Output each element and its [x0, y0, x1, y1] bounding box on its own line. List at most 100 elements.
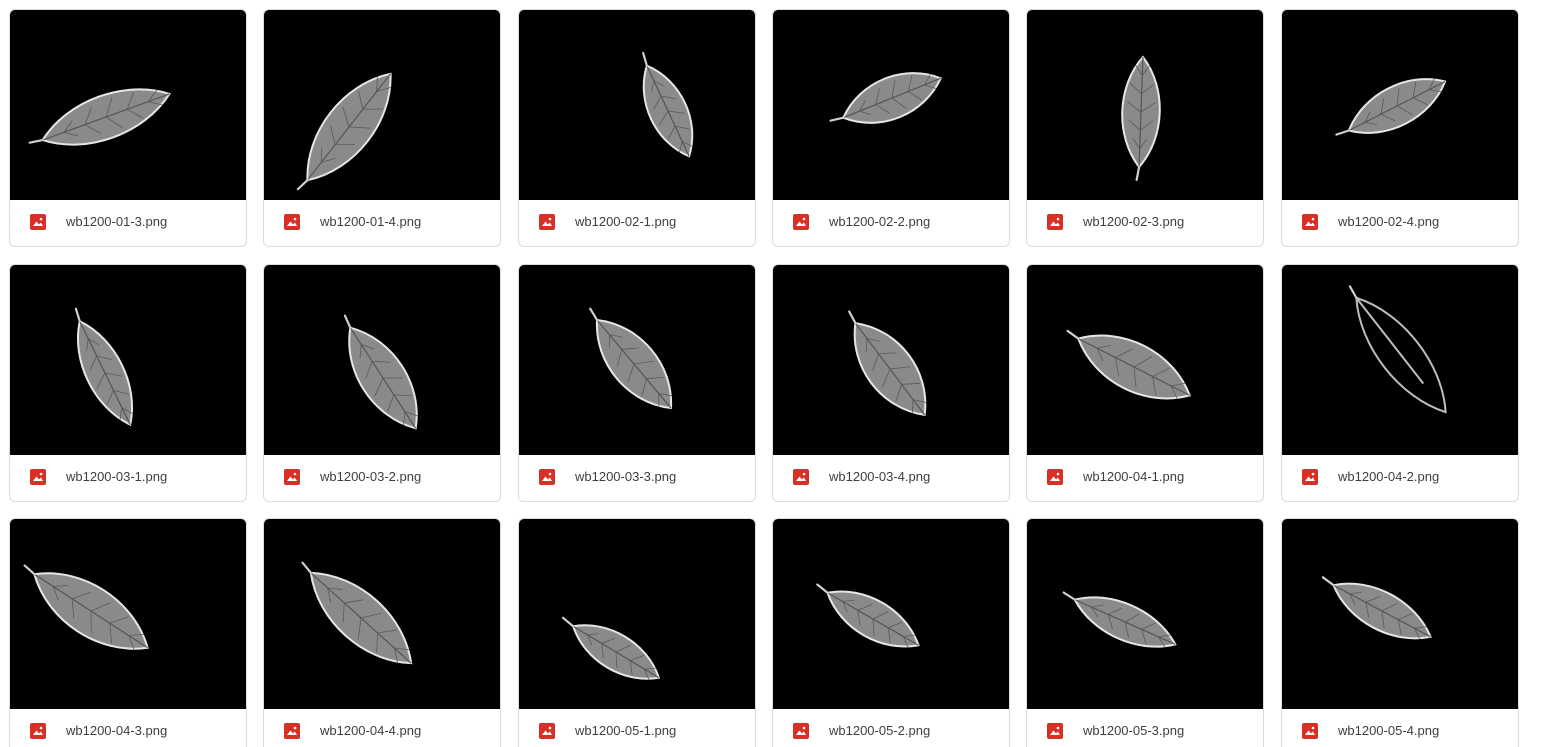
- file-name: wb1200-03-1.png: [66, 469, 168, 484]
- image-file-icon: [1302, 723, 1318, 739]
- file-thumbnail[interactable]: [10, 519, 246, 709]
- file-caption: wb1200-02-2.png: [773, 200, 1009, 246]
- file-card[interactable]: wb1200-02-3.png: [1026, 9, 1264, 247]
- leaf-image: [264, 10, 500, 200]
- file-caption: wb1200-04-2.png: [1282, 455, 1518, 501]
- leaf-image: [519, 10, 755, 200]
- file-caption: wb1200-05-4.png: [1282, 709, 1518, 747]
- file-card[interactable]: wb1200-05-4.png: [1281, 518, 1519, 747]
- image-file-icon: [539, 469, 555, 485]
- leaf-image: [10, 519, 246, 709]
- file-name: wb1200-02-1.png: [575, 214, 677, 229]
- file-thumbnail[interactable]: [773, 265, 1009, 455]
- image-file-icon: [793, 723, 809, 739]
- file-caption: wb1200-03-3.png: [519, 455, 755, 501]
- file-thumbnail[interactable]: [1027, 10, 1263, 200]
- file-card[interactable]: wb1200-03-3.png: [518, 264, 756, 502]
- leaf-image: [1027, 265, 1263, 455]
- leaf-image: [773, 265, 1009, 455]
- file-card[interactable]: wb1200-05-2.png: [772, 518, 1010, 747]
- image-file-icon: [284, 723, 300, 739]
- leaf-image: [1282, 10, 1518, 200]
- file-name: wb1200-05-2.png: [829, 723, 931, 738]
- file-thumbnail[interactable]: [1027, 519, 1263, 709]
- file-name: wb1200-01-4.png: [320, 214, 422, 229]
- leaf-image: [10, 10, 246, 200]
- file-caption: wb1200-02-3.png: [1027, 200, 1263, 246]
- file-caption: wb1200-04-4.png: [264, 709, 500, 747]
- file-card[interactable]: wb1200-02-1.png: [518, 9, 756, 247]
- file-caption: wb1200-05-3.png: [1027, 709, 1263, 747]
- file-name: wb1200-01-3.png: [66, 214, 168, 229]
- file-thumbnail[interactable]: [10, 265, 246, 455]
- file-card[interactable]: wb1200-04-1.png: [1026, 264, 1264, 502]
- leaf-image: [264, 265, 500, 455]
- file-card[interactable]: wb1200-05-1.png: [518, 518, 756, 747]
- file-caption: wb1200-02-1.png: [519, 200, 755, 246]
- image-file-icon: [793, 469, 809, 485]
- image-file-icon: [30, 469, 46, 485]
- leaf-image: [10, 265, 246, 455]
- image-file-icon: [539, 214, 555, 230]
- file-caption: wb1200-02-4.png: [1282, 200, 1518, 246]
- file-thumbnail[interactable]: [519, 265, 755, 455]
- file-card[interactable]: wb1200-04-2.png: [1281, 264, 1519, 502]
- file-thumbnail[interactable]: [519, 10, 755, 200]
- file-thumbnail[interactable]: [519, 519, 755, 709]
- image-file-icon: [1302, 214, 1318, 230]
- file-name: wb1200-02-4.png: [1338, 214, 1440, 229]
- file-name: wb1200-05-3.png: [1083, 723, 1185, 738]
- file-card[interactable]: wb1200-04-3.png: [9, 518, 247, 747]
- file-caption: wb1200-05-2.png: [773, 709, 1009, 747]
- leaf-image: [773, 519, 1009, 709]
- file-grid: wb1200-01-3.png wb1200-01-4.png wb1200-02-…: [0, 0, 1542, 747]
- file-card[interactable]: wb1200-03-1.png: [9, 264, 247, 502]
- file-name: wb1200-02-2.png: [829, 214, 931, 229]
- file-card[interactable]: wb1200-01-4.png: [263, 9, 501, 247]
- file-card[interactable]: wb1200-01-3.png: [9, 9, 247, 247]
- image-file-icon: [539, 723, 555, 739]
- file-thumbnail[interactable]: [264, 265, 500, 455]
- file-caption: wb1200-03-4.png: [773, 455, 1009, 501]
- file-name: wb1200-03-2.png: [320, 469, 422, 484]
- file-thumbnail[interactable]: [773, 519, 1009, 709]
- file-thumbnail[interactable]: [773, 10, 1009, 200]
- file-card[interactable]: wb1200-02-4.png: [1281, 9, 1519, 247]
- image-file-icon: [284, 214, 300, 230]
- leaf-image: [1282, 519, 1518, 709]
- leaf-image: [1282, 265, 1518, 455]
- file-thumbnail[interactable]: [264, 10, 500, 200]
- file-name: wb1200-04-4.png: [320, 723, 422, 738]
- file-name: wb1200-04-2.png: [1338, 469, 1440, 484]
- file-name: wb1200-04-1.png: [1083, 469, 1185, 484]
- file-thumbnail[interactable]: [1027, 265, 1263, 455]
- file-thumbnail[interactable]: [264, 519, 500, 709]
- file-card[interactable]: wb1200-04-4.png: [263, 518, 501, 747]
- file-card[interactable]: wb1200-03-2.png: [263, 264, 501, 502]
- image-file-icon: [1302, 469, 1318, 485]
- leaf-image: [519, 519, 755, 709]
- leaf-image: [264, 519, 500, 709]
- file-card[interactable]: wb1200-05-3.png: [1026, 518, 1264, 747]
- file-thumbnail[interactable]: [1282, 10, 1518, 200]
- file-card[interactable]: wb1200-02-2.png: [772, 9, 1010, 247]
- file-name: wb1200-05-1.png: [575, 723, 677, 738]
- image-file-icon: [30, 214, 46, 230]
- file-name: wb1200-03-4.png: [829, 469, 931, 484]
- image-file-icon: [30, 723, 46, 739]
- file-thumbnail[interactable]: [10, 10, 246, 200]
- image-file-icon: [1047, 469, 1063, 485]
- file-thumbnail[interactable]: [1282, 265, 1518, 455]
- file-caption: wb1200-01-3.png: [10, 200, 246, 246]
- file-caption: wb1200-04-3.png: [10, 709, 246, 747]
- file-caption: wb1200-05-1.png: [519, 709, 755, 747]
- image-file-icon: [284, 469, 300, 485]
- leaf-image: [1027, 10, 1263, 200]
- file-name: wb1200-04-3.png: [66, 723, 168, 738]
- image-file-icon: [1047, 723, 1063, 739]
- file-card[interactable]: wb1200-03-4.png: [772, 264, 1010, 502]
- file-thumbnail[interactable]: [1282, 519, 1518, 709]
- file-caption: wb1200-04-1.png: [1027, 455, 1263, 501]
- leaf-image: [519, 265, 755, 455]
- image-file-icon: [1047, 214, 1063, 230]
